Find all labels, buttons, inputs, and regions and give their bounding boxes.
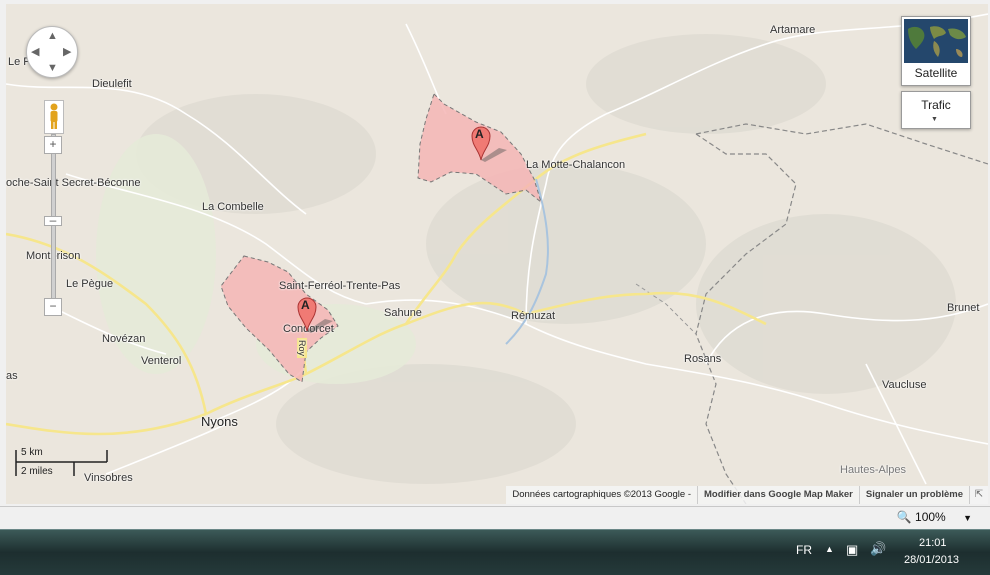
- chevron-down-icon: ▼: [931, 116, 938, 123]
- zoom-level-value: 100%: [915, 510, 946, 524]
- browser-status-bar: 🔍 100% ▼: [0, 506, 990, 529]
- marker-label: A: [301, 298, 310, 312]
- globe-icon: [904, 19, 968, 63]
- chevron-down-icon: ▼: [963, 513, 972, 523]
- place-label: Vaucluse: [882, 379, 927, 391]
- traffic-dropdown[interactable]: Trafic ▼: [901, 91, 971, 129]
- zoom-in-button[interactable]: +: [44, 136, 62, 154]
- collapse-corner-icon[interactable]: ⇱: [969, 486, 988, 504]
- road-label: Roy: [297, 337, 308, 359]
- place-label: oche-Saint Secret-Béconne: [6, 177, 141, 189]
- pan-control[interactable]: ▲ ▼ ◀ ▶: [26, 26, 78, 78]
- network-icon[interactable]: ▣: [846, 542, 858, 558]
- clock-date[interactable]: 28/01/2013: [904, 554, 959, 566]
- place-label: Dieulefit: [92, 78, 132, 90]
- scale-miles: 2 miles: [21, 466, 53, 477]
- marker-north[interactable]: A: [471, 124, 507, 162]
- pan-up-icon[interactable]: ▲: [47, 31, 58, 42]
- place-label: La Combelle: [202, 201, 264, 213]
- zoom-slider-handle[interactable]: –: [44, 214, 62, 226]
- pan-right-icon[interactable]: ▶: [63, 47, 71, 58]
- map-terrain: [6, 4, 988, 504]
- attribution-text: Données cartographiques ©2013 Google -: [506, 486, 697, 504]
- pan-left-icon[interactable]: ◀: [31, 47, 39, 58]
- marker-label: A: [475, 127, 484, 141]
- map-attribution: Données cartographiques ©2013 Google - M…: [506, 486, 988, 504]
- map-canvas[interactable]: Le P Dieulefit oche-Saint Secret-Béconne…: [6, 4, 988, 504]
- zoom-level[interactable]: 🔍 100% ▼: [897, 510, 972, 524]
- place-label: Le Pègue: [66, 278, 114, 290]
- place-label: Hautes-Alpes: [840, 464, 907, 476]
- clock-time[interactable]: 21:01: [919, 537, 947, 549]
- place-label: Brunet: [947, 302, 980, 314]
- scale-km: 5 km: [21, 447, 43, 458]
- satellite-thumbnail: [904, 19, 968, 63]
- marker-south[interactable]: A: [297, 295, 333, 333]
- language-indicator[interactable]: FR: [796, 543, 812, 557]
- zoom-magnifier-icon: 🔍: [896, 510, 912, 524]
- windows-taskbar: FR ▲ ▣ 🔊 21:01 28/01/2013: [0, 529, 990, 575]
- pan-down-icon[interactable]: ▼: [47, 63, 58, 74]
- place-label: Rémuzat: [511, 310, 556, 322]
- satellite-label: Satellite: [914, 66, 958, 80]
- map-scale: 5 km 2 miles: [15, 444, 115, 484]
- place-label: Sahune: [384, 307, 422, 319]
- place-label: Rosans: [684, 353, 722, 365]
- place-label: Saint-Ferréol-Trente-Pas: [279, 280, 401, 292]
- satellite-toggle[interactable]: Satellite: [901, 16, 971, 86]
- place-label: Venterol: [141, 355, 182, 367]
- zoom-control: + – −: [44, 100, 62, 320]
- speaker-icon[interactable]: 🔊: [870, 541, 886, 557]
- place-label: Novézan: [102, 333, 146, 345]
- show-hidden-icons-icon[interactable]: ▲: [825, 544, 834, 554]
- place-label: as: [6, 370, 18, 382]
- place-label: Nyons: [201, 414, 238, 429]
- zoom-out-button[interactable]: −: [44, 298, 62, 316]
- edit-map-maker-link[interactable]: Modifier dans Google Map Maker: [697, 486, 859, 504]
- traffic-label: Trafic: [921, 98, 951, 112]
- report-problem-link[interactable]: Signaler un problème: [858, 486, 969, 504]
- place-label: La Motte-Chalancon: [526, 159, 626, 171]
- place-label: Artamare: [770, 24, 816, 36]
